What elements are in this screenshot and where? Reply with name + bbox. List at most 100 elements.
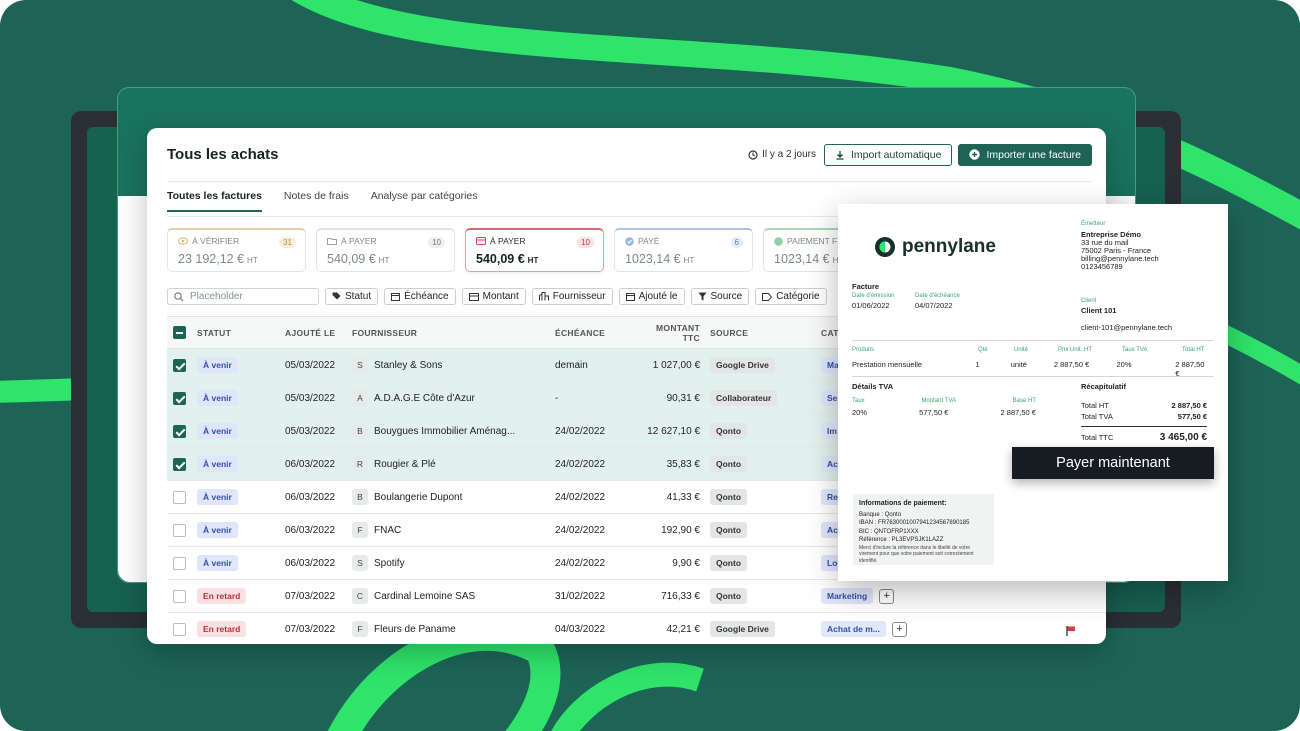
- card-paid[interactable]: PAYÉ 6 1023,14 € HT: [614, 228, 753, 272]
- due-date-value: 04/07/2022: [915, 301, 953, 310]
- import-automatic-button[interactable]: Import automatique: [823, 143, 953, 166]
- filter-bar: Placeholder Statut Échéance Montant Four…: [167, 288, 827, 305]
- due-date: 24/02/2022: [555, 480, 637, 514]
- table-row[interactable]: En retard 07/03/2022 C Cardinal Lemoine SAS…: [167, 579, 1106, 613]
- tab-category-analysis[interactable]: Analyse par catégories: [371, 190, 478, 212]
- table-row[interactable]: En retard 07/03/2022 F Fleurs de Paname 04/0…: [167, 612, 1106, 644]
- last-sync: Il y a 2 jours: [748, 149, 816, 160]
- category-badge[interactable]: Marketing: [821, 587, 874, 604]
- due-date: Date d'échéance 04/07/2022: [915, 292, 960, 310]
- filter-status[interactable]: Statut: [325, 288, 379, 305]
- col-due[interactable]: ÉCHÉANCE: [555, 316, 637, 349]
- added-date: 06/03/2022: [285, 480, 352, 514]
- filter-supplier[interactable]: Fournisseur: [531, 288, 613, 305]
- supplier-cell: R Rougier & Plé: [352, 447, 555, 481]
- row-checkbox[interactable]: [173, 556, 186, 570]
- tr: 2 887,50 €: [1000, 408, 1036, 417]
- search-input[interactable]: Placeholder: [167, 288, 319, 305]
- emission-date: Date d'émission 01/06/2022: [852, 292, 895, 310]
- import-invoice-button[interactable]: Importer une facture: [958, 143, 1092, 166]
- amount-ttc: 9,90 €: [637, 546, 710, 580]
- payment-info-title: Informations de paiement:: [859, 500, 947, 507]
- source-badge: Qonto: [710, 521, 748, 538]
- col-amount[interactable]: MONTANT TTC: [637, 316, 710, 349]
- add-category-button[interactable]: +: [891, 621, 907, 637]
- tab-expense-notes[interactable]: Notes de frais: [284, 190, 349, 212]
- tab-all-invoices[interactable]: Toutes les factures: [167, 190, 262, 212]
- col-status[interactable]: STATUT: [197, 316, 285, 349]
- status-badge: À venir: [197, 357, 238, 373]
- filter-added-date[interactable]: Ajouté le: [618, 288, 685, 305]
- supplier-cell: B Bouygues Immobilier Aménag...: [352, 414, 555, 448]
- row-checkbox[interactable]: [173, 589, 186, 603]
- supplier-name: Rougier & Plé: [374, 459, 436, 470]
- ph: Unité: [1014, 347, 1029, 353]
- add-category-button[interactable]: +: [879, 588, 895, 604]
- row-checkbox[interactable]: [173, 490, 186, 504]
- added-date: 05/03/2022: [285, 414, 352, 448]
- filter-label: Montant: [482, 291, 519, 302]
- supplier-initial: R: [352, 456, 368, 472]
- building-icon: [538, 292, 549, 301]
- calendar-icon: [625, 293, 635, 301]
- row-checkbox[interactable]: [173, 523, 186, 537]
- ph: Prix Unit. HT: [1058, 347, 1093, 353]
- supplier-cell: C Cardinal Lemoine SAS: [352, 579, 555, 613]
- bill-icon: [468, 292, 479, 301]
- category-badge[interactable]: Achat de m...: [821, 620, 886, 637]
- col-source[interactable]: SOURCE: [710, 316, 821, 349]
- source-badge: Qonto: [710, 455, 748, 472]
- filter-due-date[interactable]: Échéance: [384, 288, 456, 305]
- amount-ttc: 12 627,10 €: [637, 414, 710, 448]
- row-checkbox[interactable]: [173, 391, 186, 405]
- emitter-block: Émetteur Entreprise Démo 33 rue du mail …: [1081, 220, 1159, 271]
- pay-now-button[interactable]: Payer maintenant: [1012, 447, 1214, 479]
- source-badge: Qonto: [710, 554, 748, 571]
- th: Base HT: [1012, 398, 1036, 404]
- payment-iban: IBAN : FR7630001007941234567890185: [859, 520, 970, 526]
- flag-icon[interactable]: [1065, 625, 1077, 637]
- card-unit: HT: [683, 256, 695, 265]
- added-date: 06/03/2022: [285, 546, 352, 580]
- supplier-name: FNAC: [374, 525, 402, 536]
- row-checkbox[interactable]: [173, 424, 186, 438]
- recap-tva-label: Total TVA: [1081, 412, 1113, 421]
- filter-source[interactable]: Source: [690, 288, 750, 305]
- card-to-pay-active[interactable]: À PAYER 10 540,09 € HT: [465, 228, 604, 272]
- filter-label: Échéance: [404, 291, 449, 302]
- card-to-pay-folder[interactable]: À PAYER 10 540,09 € HT: [316, 228, 455, 272]
- filter-category[interactable]: Catégorie: [755, 288, 827, 305]
- col-supplier[interactable]: FOURNISSEUR: [352, 316, 555, 349]
- card-count: 6: [730, 237, 743, 248]
- card-to-verify[interactable]: À VÉRIFIER 31 23 192,12 € HT: [167, 228, 306, 272]
- page-title: Tous les achats: [167, 146, 279, 163]
- supplier-cell: F FNAC: [352, 513, 555, 547]
- due-date: 24/02/2022: [555, 447, 637, 481]
- row-checkbox[interactable]: [173, 358, 186, 372]
- row-checkbox[interactable]: [173, 457, 186, 471]
- emission-date-label: Date d'émission: [852, 293, 895, 299]
- due-date: 24/02/2022: [555, 513, 637, 547]
- tva-title: Détails TVA: [852, 382, 894, 391]
- added-date: 06/03/2022: [285, 447, 352, 481]
- ph: Taux TVA: [1122, 347, 1148, 353]
- supplier-name: Fleurs de Paname: [374, 624, 456, 635]
- pennylane-logo-icon: [875, 237, 895, 257]
- status-badge: En retard: [197, 621, 247, 637]
- payment-reference: Référence : PL3EVPSJK1LAZZ: [859, 537, 944, 543]
- row-checkbox[interactable]: [173, 622, 186, 636]
- filter-label: Catégorie: [776, 291, 820, 302]
- card-amount: 23 192,12 €: [178, 252, 245, 266]
- source-badge: Google Drive: [710, 620, 775, 637]
- tag-icon: [332, 292, 341, 300]
- card-icon: [476, 237, 486, 245]
- supplier-initial: C: [352, 588, 368, 604]
- filter-amount[interactable]: Montant: [461, 288, 526, 305]
- status-badge: En retard: [197, 588, 247, 604]
- col-added[interactable]: AJOUTÉ LE: [285, 316, 352, 349]
- select-all-checkbox[interactable]: [173, 326, 186, 339]
- card-count: 10: [577, 237, 594, 248]
- last-sync-text: Il y a 2 jours: [762, 149, 816, 160]
- recap-ht-label: Total HT: [1081, 401, 1109, 410]
- summary-cards: À VÉRIFIER 31 23 192,12 € HT À PAYER 10 5…: [167, 228, 902, 272]
